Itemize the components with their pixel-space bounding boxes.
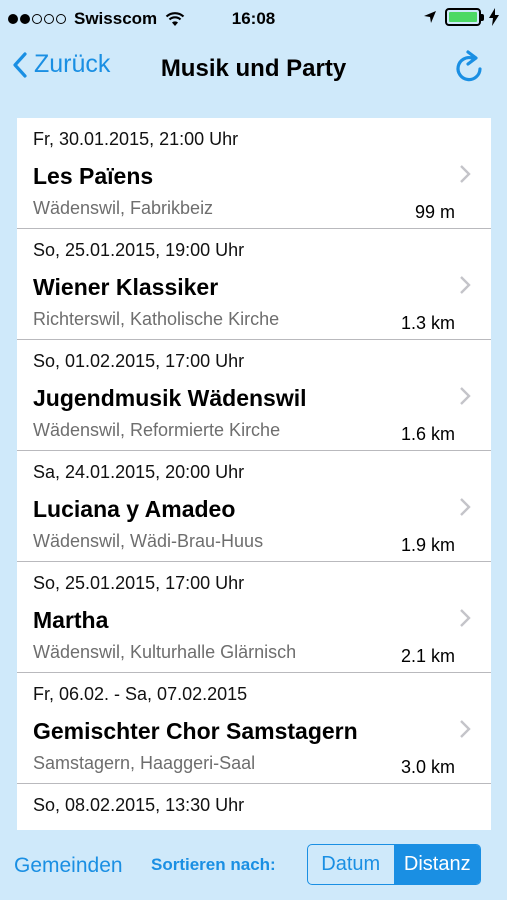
event-date: Sa, 24.01.2015, 20:00 Uhr (33, 462, 245, 482)
event-venue: Wädenswil, Wädi-Brau-Huus (33, 531, 264, 551)
event-distance: 99 m (414, 202, 455, 222)
event-title: Jugendmusik Wädenswil (33, 385, 307, 411)
location-arrow-icon (424, 11, 436, 23)
event-distance: 1.6 km (400, 424, 455, 444)
status-right (423, 8, 499, 26)
event-title: Gemischter Chor Samstagern (33, 718, 358, 744)
event-distance: 1.9 km (400, 535, 455, 555)
event-date: Fr, 30.01.2015, 21:00 Uhr (33, 129, 239, 149)
charging-bolt-icon (489, 8, 499, 26)
event-title: Les Païens (33, 163, 154, 189)
event-date: So, 25.01.2015, 17:00 Uhr (33, 573, 245, 593)
event-row[interactable]: Fr, 06.02. - Sa, 07.02.2015 Gemischter C… (17, 673, 491, 784)
sort-option-distanz[interactable]: Distanz (393, 845, 480, 884)
event-distance: 1.3 km (400, 313, 455, 333)
chevron-right-icon (460, 387, 471, 405)
chevron-right-icon (460, 609, 471, 627)
event-distance: 2.1 km (400, 646, 455, 666)
event-venue: Wädenswil, Fabrikbeiz (33, 198, 214, 218)
event-date: So, 25.01.2015, 19:00 Uhr (33, 240, 245, 260)
event-row[interactable]: So, 25.01.2015, 17:00 Uhr Martha Wädensw… (17, 562, 491, 673)
event-row[interactable]: Fr, 30.01.2015, 21:00 Uhr Les Païens Wäd… (17, 118, 491, 229)
event-list[interactable]: Fr, 30.01.2015, 21:00 Uhr Les Païens Wäd… (17, 118, 491, 830)
bottom-toolbar: Gemeinden Sortieren nach: Datum Distanz (0, 830, 507, 900)
event-row[interactable]: So, 25.01.2015, 19:00 Uhr Wiener Klassik… (17, 229, 491, 340)
navigation-bar: Zurück Musik und Party (0, 40, 507, 100)
chevron-right-icon (460, 165, 471, 183)
sort-option-datum[interactable]: Datum (308, 845, 394, 884)
event-title: Wiener Klassiker (33, 274, 219, 300)
event-row[interactable]: So, 08.02.2015, 13:30 Uhr (17, 784, 491, 830)
status-bar: Swisscom 16:08 (0, 0, 507, 40)
event-venue: Wädenswil, Reformierte Kirche (33, 420, 281, 440)
battery-icon (445, 8, 484, 26)
chevron-right-icon (460, 720, 471, 738)
event-title: Luciana y Amadeo (33, 496, 236, 522)
refresh-button[interactable] (453, 50, 487, 91)
sort-label: Sortieren nach: (151, 855, 276, 874)
event-date: So, 01.02.2015, 17:00 Uhr (33, 351, 245, 371)
sort-segmented-control[interactable]: Datum Distanz (307, 844, 481, 885)
event-venue: Richterswil, Katholische Kirche (33, 309, 280, 329)
event-row[interactable]: So, 01.02.2015, 17:00 Uhr Jugendmusik Wä… (17, 340, 491, 451)
gemeinden-button[interactable]: Gemeinden (14, 854, 123, 878)
refresh-icon (456, 50, 482, 82)
event-venue: Wädenswil, Kulturhalle Glärnisch (33, 642, 297, 662)
event-distance: 3.0 km (400, 757, 455, 777)
event-title: Martha (33, 607, 109, 633)
event-venue: Samstagern, Haaggeri-Saal (33, 753, 256, 773)
event-date: So, 08.02.2015, 13:30 Uhr (33, 795, 245, 815)
page-title: Musik und Party (160, 55, 347, 82)
chevron-right-icon (460, 276, 471, 294)
chevron-right-icon (460, 498, 471, 516)
event-date: Fr, 06.02. - Sa, 07.02.2015 (33, 684, 248, 704)
event-row[interactable]: Sa, 24.01.2015, 20:00 Uhr Luciana y Amad… (17, 451, 491, 562)
